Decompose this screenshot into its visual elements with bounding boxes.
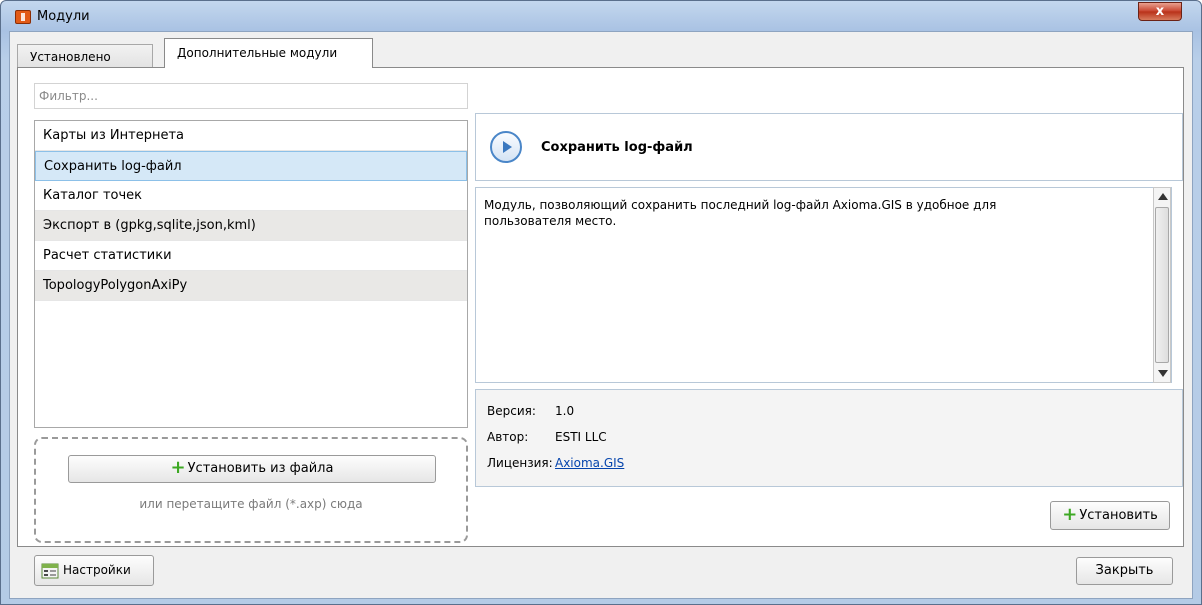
drop-hint: или перетащите файл (*.axp) сюда — [139, 497, 363, 511]
install-label: Установить — [1079, 508, 1158, 523]
title-bar: Модули x — [1, 1, 1201, 31]
scroll-down-icon[interactable] — [1158, 370, 1168, 377]
filter-input[interactable]: Фильтр... — [34, 83, 468, 109]
license-label: Лицензия: — [487, 456, 553, 470]
license-row: Лицензия: Axioma.GIS — [487, 456, 624, 470]
license-link[interactable]: Axioma.GIS — [555, 456, 624, 470]
module-title: Сохранить log-файл — [541, 140, 693, 155]
app-icon — [15, 10, 31, 24]
author-value: ESTI LLC — [555, 430, 607, 444]
list-item[interactable]: TopologyPolygonAxiPy — [35, 271, 467, 301]
plus-icon: + — [170, 457, 186, 478]
plus-icon: + — [1062, 504, 1078, 525]
list-item[interactable]: Экспорт в (gpkg,sqlite,json,kml) — [35, 211, 467, 241]
play-icon — [490, 131, 522, 163]
settings-button[interactable]: Настройки — [34, 555, 154, 586]
scroll-up-icon[interactable] — [1158, 193, 1168, 200]
module-detail-header: Сохранить log-файл — [475, 113, 1183, 181]
install-from-file-button[interactable]: + Установить из файла — [68, 455, 436, 483]
version-row: Версия: 1.0 — [487, 404, 574, 418]
author-row: Автор: ESTI LLC — [487, 430, 607, 444]
tab-installed[interactable]: Установлено — [17, 44, 153, 67]
module-list: Карты из Интернета Сохранить log-файл Ка… — [34, 120, 468, 428]
close-button[interactable]: Закрыть — [1076, 557, 1173, 585]
list-item[interactable]: Каталог точек — [35, 181, 467, 211]
file-drop-zone[interactable]: + Установить из файла или перетащите файл… — [34, 437, 468, 543]
module-info: Версия: 1.0 Автор: ESTI LLC Лицензия: Axiom… — [475, 389, 1183, 487]
install-from-file-label: Установить из файла — [187, 461, 334, 476]
module-description: Модуль, позволяющий сохранить последний … — [475, 187, 1172, 383]
settings-label: Настройки — [63, 563, 131, 577]
settings-icon — [41, 563, 59, 579]
tab-additional-modules[interactable]: Дополнительные модули — [164, 38, 373, 68]
author-label: Автор: — [487, 430, 529, 444]
version-label: Версия: — [487, 404, 536, 418]
install-button[interactable]: + Установить — [1050, 501, 1170, 530]
list-item[interactable]: Карты из Интернета — [35, 121, 467, 151]
list-item[interactable]: Расчет статистики — [35, 241, 467, 271]
window-close-button[interactable]: x — [1138, 2, 1182, 21]
list-item[interactable]: Сохранить log-файл — [35, 151, 467, 181]
version-value: 1.0 — [555, 404, 575, 418]
description-scrollbar[interactable] — [1153, 187, 1171, 383]
scroll-thumb[interactable] — [1155, 207, 1169, 363]
window-title: Модули — [37, 9, 90, 24]
description-text: Модуль, позволяющий сохранить последний … — [484, 198, 997, 228]
